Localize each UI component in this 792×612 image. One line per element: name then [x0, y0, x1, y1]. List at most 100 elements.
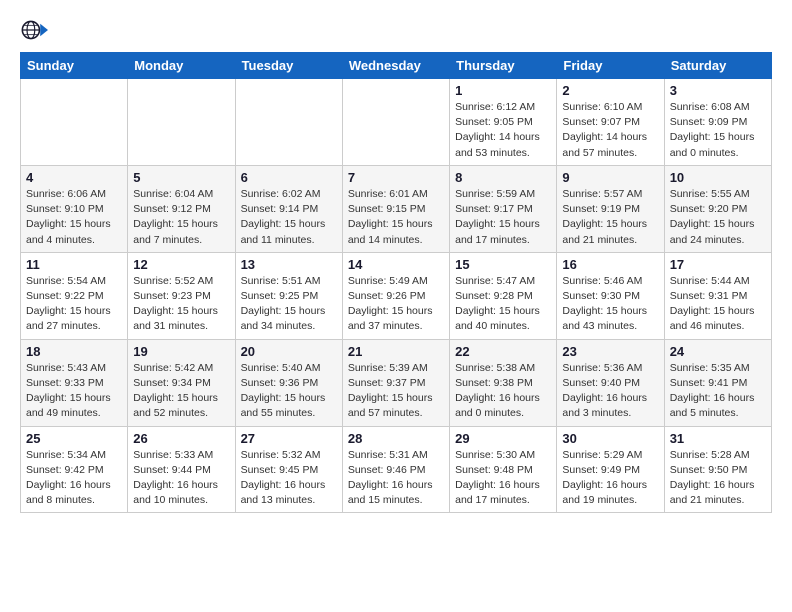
- day-number: 4: [26, 170, 122, 185]
- day-info: Sunrise: 5:34 AM Sunset: 9:42 PM Dayligh…: [26, 448, 122, 509]
- day-number: 22: [455, 344, 551, 359]
- day-number: 26: [133, 431, 229, 446]
- calendar-cell: 25 Sunrise: 5:34 AM Sunset: 9:42 PM Dayli…: [21, 426, 128, 513]
- day-info: Sunrise: 6:01 AM Sunset: 9:15 PM Dayligh…: [348, 187, 444, 248]
- weekday-header: Thursday: [450, 53, 557, 79]
- calendar-cell: 8Sunrise: 5:59 AM Sunset: 9:17 PM Daylig…: [450, 165, 557, 252]
- calendar-cell: 23 Sunrise: 5:36 AM Sunset: 9:40 PM Dayli…: [557, 339, 664, 426]
- day-number: 23: [562, 344, 658, 359]
- day-number: 1: [455, 83, 551, 98]
- calendar-cell: 28 Sunrise: 5:31 AM Sunset: 9:46 PM Dayli…: [342, 426, 449, 513]
- calendar-cell: 30 Sunrise: 5:29 AM Sunset: 9:49 PM Dayli…: [557, 426, 664, 513]
- calendar-cell: 20Sunrise: 5:40 AM Sunset: 9:36 PM Dayli…: [235, 339, 342, 426]
- day-info: Sunrise: 5:33 AM Sunset: 9:44 PM Dayligh…: [133, 448, 229, 509]
- calendar-cell: 10 Sunrise: 5:55 AM Sunset: 9:20 PM Dayli…: [664, 165, 771, 252]
- day-info: Sunrise: 6:04 AM Sunset: 9:12 PM Dayligh…: [133, 187, 229, 248]
- day-number: 3: [670, 83, 766, 98]
- day-number: 18: [26, 344, 122, 359]
- day-info: Sunrise: 5:30 AM Sunset: 9:48 PM Dayligh…: [455, 448, 551, 509]
- day-info: Sunrise: 5:32 AM Sunset: 9:45 PM Dayligh…: [241, 448, 337, 509]
- weekday-header: Monday: [128, 53, 235, 79]
- calendar-cell: 9 Sunrise: 5:57 AM Sunset: 9:19 PM Daylig…: [557, 165, 664, 252]
- calendar-cell: 3 Sunrise: 6:08 AM Sunset: 9:09 PM Daylig…: [664, 79, 771, 166]
- day-info: Sunrise: 5:51 AM Sunset: 9:25 PM Dayligh…: [241, 274, 337, 335]
- day-number: 7: [348, 170, 444, 185]
- weekday-header: Friday: [557, 53, 664, 79]
- calendar-cell: 27 Sunrise: 5:32 AM Sunset: 9:45 PM Dayli…: [235, 426, 342, 513]
- day-number: 30: [562, 431, 658, 446]
- calendar-cell: 1 Sunrise: 6:12 AM Sunset: 9:05 PM Daylig…: [450, 79, 557, 166]
- day-info: Sunrise: 5:44 AM Sunset: 9:31 PM Dayligh…: [670, 274, 766, 335]
- day-info: Sunrise: 5:55 AM Sunset: 9:20 PM Dayligh…: [670, 187, 766, 248]
- weekday-header: Saturday: [664, 53, 771, 79]
- day-number: 14: [348, 257, 444, 272]
- day-number: 5: [133, 170, 229, 185]
- day-info: Sunrise: 6:10 AM Sunset: 9:07 PM Dayligh…: [562, 100, 658, 161]
- calendar-cell: 31 Sunrise: 5:28 AM Sunset: 9:50 PM Dayli…: [664, 426, 771, 513]
- day-info: Sunrise: 5:49 AM Sunset: 9:26 PM Dayligh…: [348, 274, 444, 335]
- day-info: Sunrise: 5:38 AM Sunset: 9:38 PM Dayligh…: [455, 361, 551, 422]
- calendar-cell: 26 Sunrise: 5:33 AM Sunset: 9:44 PM Dayli…: [128, 426, 235, 513]
- day-number: 17: [670, 257, 766, 272]
- day-number: 29: [455, 431, 551, 446]
- day-info: Sunrise: 5:54 AM Sunset: 9:22 PM Dayligh…: [26, 274, 122, 335]
- calendar-cell: 15Sunrise: 5:47 AM Sunset: 9:28 PM Dayli…: [450, 252, 557, 339]
- day-info: Sunrise: 5:39 AM Sunset: 9:37 PM Dayligh…: [348, 361, 444, 422]
- day-number: 24: [670, 344, 766, 359]
- calendar-cell: [342, 79, 449, 166]
- calendar-header: SundayMondayTuesdayWednesdayThursdayFrid…: [21, 53, 772, 79]
- day-info: Sunrise: 5:57 AM Sunset: 9:19 PM Dayligh…: [562, 187, 658, 248]
- day-info: Sunrise: 6:06 AM Sunset: 9:10 PM Dayligh…: [26, 187, 122, 248]
- day-info: Sunrise: 5:31 AM Sunset: 9:46 PM Dayligh…: [348, 448, 444, 509]
- day-number: 16: [562, 257, 658, 272]
- day-number: 8: [455, 170, 551, 185]
- calendar-cell: 6Sunrise: 6:02 AM Sunset: 9:14 PM Daylig…: [235, 165, 342, 252]
- calendar: SundayMondayTuesdayWednesdayThursdayFrid…: [20, 52, 772, 513]
- day-info: Sunrise: 5:28 AM Sunset: 9:50 PM Dayligh…: [670, 448, 766, 509]
- calendar-cell: 18Sunrise: 5:43 AM Sunset: 9:33 PM Dayli…: [21, 339, 128, 426]
- day-number: 10: [670, 170, 766, 185]
- day-number: 25: [26, 431, 122, 446]
- day-number: 21: [348, 344, 444, 359]
- calendar-cell: [128, 79, 235, 166]
- calendar-cell: 14 Sunrise: 5:49 AM Sunset: 9:26 PM Dayli…: [342, 252, 449, 339]
- weekday-header: Wednesday: [342, 53, 449, 79]
- calendar-cell: 11 Sunrise: 5:54 AM Sunset: 9:22 PM Dayli…: [21, 252, 128, 339]
- calendar-cell: 19 Sunrise: 5:42 AM Sunset: 9:34 PM Dayli…: [128, 339, 235, 426]
- calendar-cell: 29 Sunrise: 5:30 AM Sunset: 9:48 PM Dayli…: [450, 426, 557, 513]
- day-info: Sunrise: 5:29 AM Sunset: 9:49 PM Dayligh…: [562, 448, 658, 509]
- day-number: 31: [670, 431, 766, 446]
- calendar-week: 18Sunrise: 5:43 AM Sunset: 9:33 PM Dayli…: [21, 339, 772, 426]
- day-info: Sunrise: 5:36 AM Sunset: 9:40 PM Dayligh…: [562, 361, 658, 422]
- calendar-cell: 12 Sunrise: 5:52 AM Sunset: 9:23 PM Dayli…: [128, 252, 235, 339]
- logo: [20, 16, 52, 44]
- day-number: 12: [133, 257, 229, 272]
- calendar-body: 1 Sunrise: 6:12 AM Sunset: 9:05 PM Daylig…: [21, 79, 772, 513]
- weekday-row: SundayMondayTuesdayWednesdayThursdayFrid…: [21, 53, 772, 79]
- day-number: 20: [241, 344, 337, 359]
- day-number: 28: [348, 431, 444, 446]
- calendar-cell: 2Sunrise: 6:10 AM Sunset: 9:07 PM Daylig…: [557, 79, 664, 166]
- calendar-week: 25 Sunrise: 5:34 AM Sunset: 9:42 PM Dayli…: [21, 426, 772, 513]
- day-info: Sunrise: 6:12 AM Sunset: 9:05 PM Dayligh…: [455, 100, 551, 161]
- calendar-week: 1 Sunrise: 6:12 AM Sunset: 9:05 PM Daylig…: [21, 79, 772, 166]
- calendar-cell: 5 Sunrise: 6:04 AM Sunset: 9:12 PM Daylig…: [128, 165, 235, 252]
- calendar-cell: 4 Sunrise: 6:06 AM Sunset: 9:10 PM Daylig…: [21, 165, 128, 252]
- day-number: 11: [26, 257, 122, 272]
- calendar-cell: 13Sunrise: 5:51 AM Sunset: 9:25 PM Dayli…: [235, 252, 342, 339]
- calendar-cell: [235, 79, 342, 166]
- calendar-cell: [21, 79, 128, 166]
- day-number: 19: [133, 344, 229, 359]
- header: [20, 16, 772, 44]
- calendar-cell: 24Sunrise: 5:35 AM Sunset: 9:41 PM Dayli…: [664, 339, 771, 426]
- day-info: Sunrise: 5:42 AM Sunset: 9:34 PM Dayligh…: [133, 361, 229, 422]
- day-number: 9: [562, 170, 658, 185]
- day-info: Sunrise: 5:47 AM Sunset: 9:28 PM Dayligh…: [455, 274, 551, 335]
- day-number: 27: [241, 431, 337, 446]
- calendar-cell: 7 Sunrise: 6:01 AM Sunset: 9:15 PM Daylig…: [342, 165, 449, 252]
- calendar-cell: 16Sunrise: 5:46 AM Sunset: 9:30 PM Dayli…: [557, 252, 664, 339]
- day-info: Sunrise: 6:08 AM Sunset: 9:09 PM Dayligh…: [670, 100, 766, 161]
- calendar-cell: 17 Sunrise: 5:44 AM Sunset: 9:31 PM Dayli…: [664, 252, 771, 339]
- logo-icon: [20, 16, 48, 44]
- day-info: Sunrise: 5:52 AM Sunset: 9:23 PM Dayligh…: [133, 274, 229, 335]
